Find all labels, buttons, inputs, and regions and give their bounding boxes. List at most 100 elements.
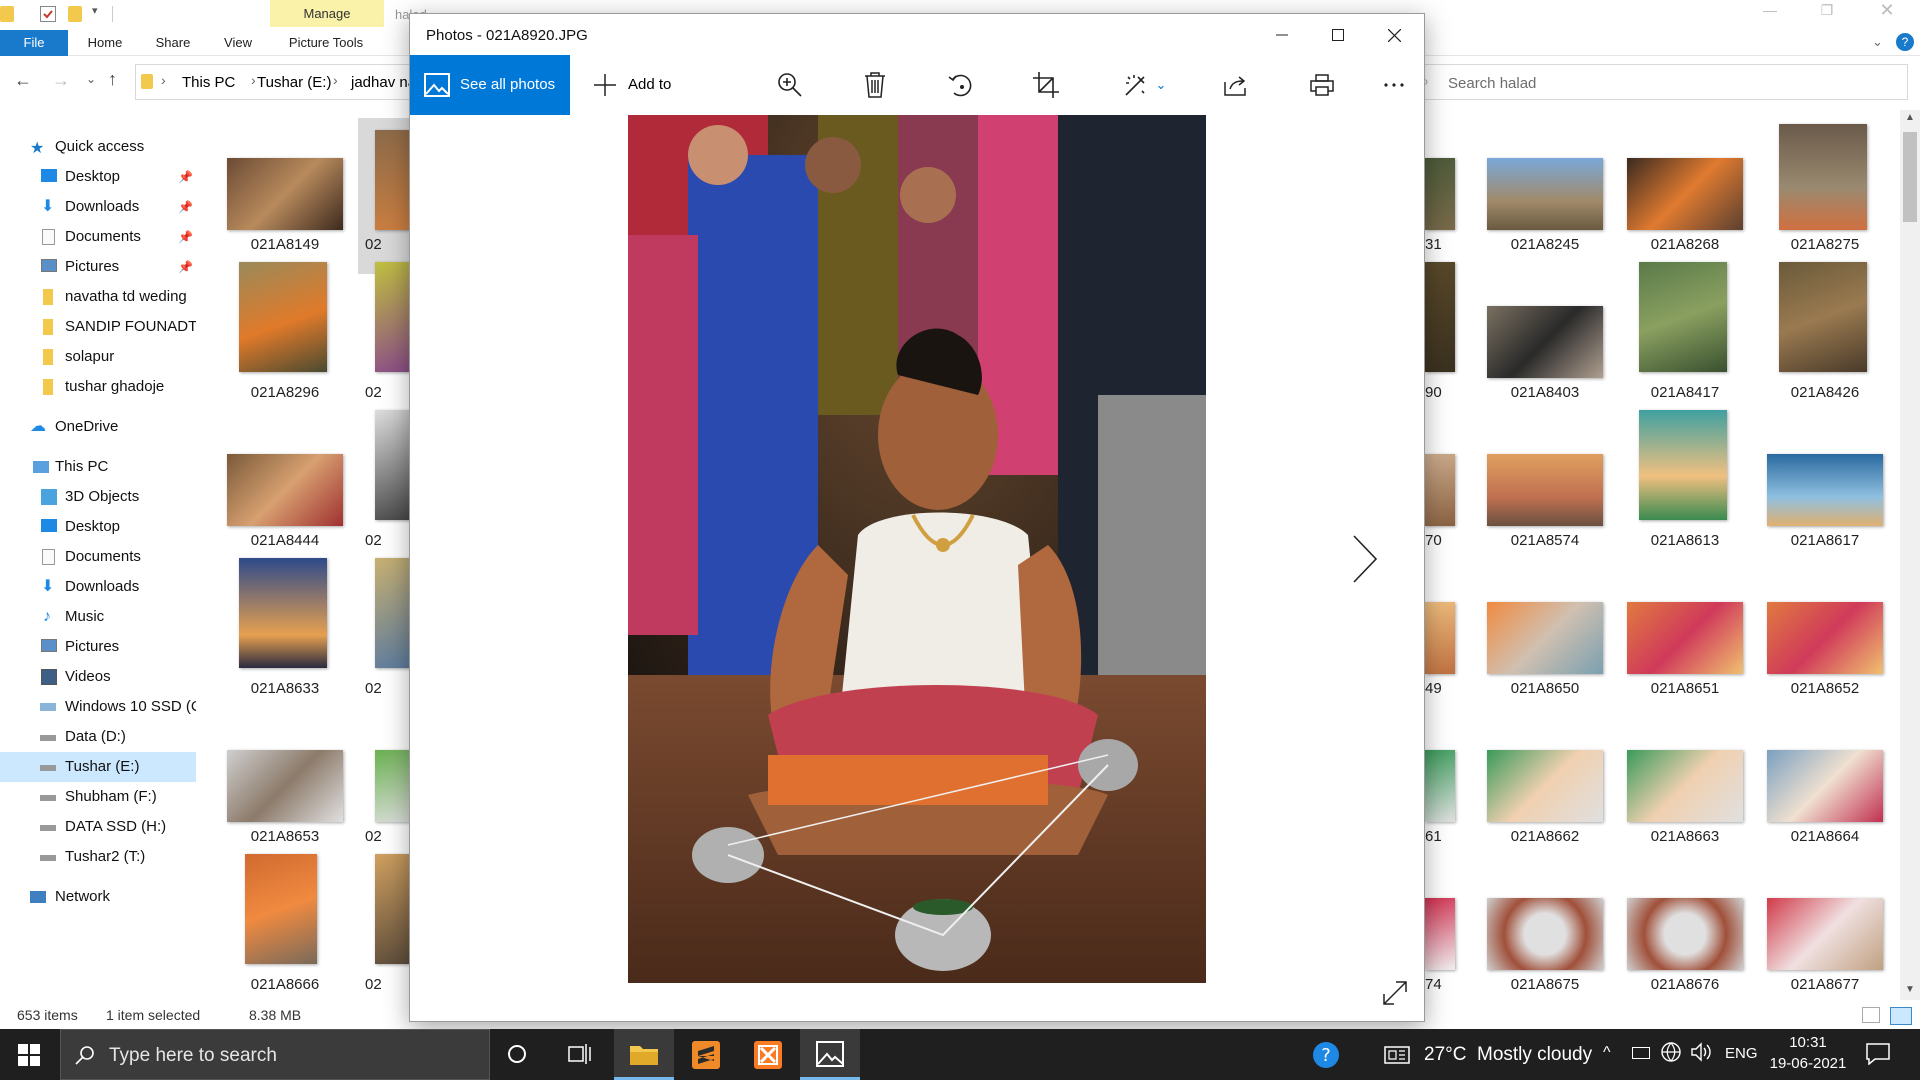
ribbon-expand-chevron-icon[interactable]: ⌄ [1872,34,1883,50]
manage-context-tab[interactable]: Manage [270,0,384,27]
file-thumbnail[interactable]: 021A8613 [1615,406,1755,554]
file-thumbnail[interactable]: 021A8653 [215,702,355,850]
add-to-button[interactable]: Add to [582,55,682,115]
volume-icon[interactable] [1690,1041,1712,1067]
file-thumbnail[interactable]: 02 [355,110,415,258]
file-thumbnail[interactable]: 021A8650 [1475,554,1615,702]
nav-pc-videos[interactable]: Videos [0,662,196,692]
taskbar-xampp[interactable] [738,1029,798,1080]
details-view-icon[interactable] [1862,1007,1880,1023]
help-icon[interactable]: ? [1896,33,1914,51]
nav-network[interactable]: Network [0,882,196,912]
file-thumbnail[interactable]: 02 [355,258,415,406]
file-thumbnail[interactable]: 021A8664 [1755,702,1895,850]
nav-pc-music[interactable]: ♪ Music [0,602,196,632]
file-thumbnail[interactable]: 90 [1425,258,1465,406]
file-thumbnail[interactable]: 021A8652 [1755,554,1895,702]
file-thumbnail[interactable]: 021A8574 [1475,406,1615,554]
network-globe-icon[interactable] [1660,1041,1682,1067]
clock[interactable]: 10:31 19-06-2021 [1768,1034,1848,1072]
nav-qa-downloads[interactable]: ⬇ Downloads 📌 [0,192,196,222]
nav-pc-drive-c[interactable]: Windows 10 SSD (C [0,692,196,722]
nav-qa-folder[interactable]: solapur [0,342,196,372]
file-thumbnail[interactable]: 74 [1425,850,1465,998]
file-thumbnail[interactable]: 021A8677 [1755,850,1895,998]
battery-icon[interactable] [1632,1047,1650,1059]
file-thumbnail[interactable]: 021A8245 [1475,110,1615,258]
share-button[interactable] [1208,55,1264,115]
vertical-scrollbar[interactable]: ▲ ▼ [1900,110,1920,1000]
crop-button[interactable] [1018,55,1074,115]
nav-qa-documents[interactable]: Documents 📌 [0,222,196,252]
nav-pc-drive-h[interactable]: DATA SSD (H:) [0,812,196,842]
file-thumbnail[interactable]: 021A8676 [1615,850,1755,998]
file-thumbnail[interactable]: 021A8666 [215,850,355,998]
full-screen-button[interactable] [1382,980,1410,1008]
tab-picture-tools[interactable]: Picture Tools [280,30,372,56]
nav-pc-drive-d[interactable]: Data (D:) [0,722,196,752]
nav-pc-pictures[interactable]: Pictures [0,632,196,662]
file-thumbnail[interactable]: 70 [1425,406,1465,554]
explorer-restore-button[interactable]: ❐ [1812,2,1842,26]
scroll-down-arrow-icon[interactable]: ▼ [1905,984,1915,995]
breadcrumb-jadhav[interactable]: jadhav na [351,74,416,91]
tab-view[interactable]: View [216,30,260,56]
nav-qa-folder[interactable]: SANDIP FOUNADTI( [0,312,196,342]
nav-pc-drive-t[interactable]: Tushar2 (T:) [0,842,196,872]
nav-qa-folder[interactable]: navatha td weding [0,282,196,312]
breadcrumb-this-pc[interactable]: This PC [182,74,235,91]
nav-this-pc[interactable]: This PC [0,452,196,482]
file-thumbnail[interactable]: 021A8426 [1755,258,1895,406]
nav-pc-desktop[interactable]: Desktop [0,512,196,542]
file-thumbnail[interactable]: 021A8444 [215,406,355,554]
nav-pc-3d-objects[interactable]: 3D Objects [0,482,196,512]
tab-share[interactable]: Share [150,30,196,56]
nav-qa-folder[interactable]: tushar ghadoje [0,372,196,402]
nav-quick-access[interactable]: ★ Quick access [0,132,196,162]
see-all-photos-button[interactable]: See all photos [410,55,570,115]
nav-pc-documents[interactable]: Documents [0,542,196,572]
photos-close-button[interactable] [1366,14,1422,56]
explorer-minimize-button[interactable]: — [1755,2,1785,26]
file-thumbnail[interactable]: 021A8663 [1615,702,1755,850]
zoom-button[interactable] [762,55,818,115]
input-language[interactable]: ENG [1725,1045,1758,1062]
print-button[interactable] [1294,55,1350,115]
task-view-button[interactable] [568,1043,592,1069]
edit-enhance-button[interactable]: ⌄ [1110,55,1180,115]
quick-access-toolbar-dropdown[interactable]: ▾ [92,4,98,17]
forward-arrow-icon[interactable]: → [52,70,70,91]
file-thumbnail[interactable]: 021A8275 [1755,110,1895,258]
taskbar-photos[interactable] [800,1029,860,1080]
file-thumbnail[interactable]: 021A8651 [1615,554,1755,702]
taskbar-file-explorer[interactable] [614,1029,674,1080]
breadcrumb-tushar-e[interactable]: Tushar (E:) [257,74,331,91]
large-icons-view-icon[interactable] [1890,1007,1912,1025]
explorer-close-button[interactable]: ✕ [1872,0,1902,24]
up-arrow-icon[interactable]: ↑ [108,69,117,90]
photos-minimize-button[interactable] [1254,14,1310,56]
delete-button[interactable] [847,55,903,115]
scroll-up-arrow-icon[interactable]: ▲ [1905,112,1915,123]
cortana-button[interactable] [506,1043,528,1069]
tab-home[interactable]: Home [80,30,130,56]
file-thumbnail[interactable]: 021A8403 [1475,258,1615,406]
back-arrow-icon[interactable]: ← [14,70,32,91]
file-thumbnail[interactable]: 021A8617 [1755,406,1895,554]
properties-icon[interactable] [40,6,56,22]
photos-maximize-button[interactable] [1310,14,1366,56]
file-thumbnail[interactable]: 021A8149 [215,110,355,258]
nav-pc-downloads[interactable]: ⬇ Downloads [0,572,196,602]
file-thumbnail[interactable]: 021A8268 [1615,110,1755,258]
notification-center-button[interactable] [1866,1043,1890,1069]
next-photo-button[interactable] [1350,534,1390,594]
file-thumbnail[interactable]: 02 [355,406,415,554]
file-thumbnail[interactable]: 021A8633 [215,554,355,702]
taskbar-sublime[interactable] [676,1029,736,1080]
nav-qa-desktop[interactable]: Desktop 📌 [0,162,196,192]
show-hidden-icons-chevron-icon[interactable]: ^ [1603,1044,1611,1062]
nav-onedrive[interactable]: ☁ OneDrive [0,412,196,442]
file-thumbnail[interactable]: 021A8417 [1615,258,1755,406]
nav-pc-drive-e[interactable]: Tushar (E:) [0,752,196,782]
file-thumbnail[interactable]: 021A8675 [1475,850,1615,998]
